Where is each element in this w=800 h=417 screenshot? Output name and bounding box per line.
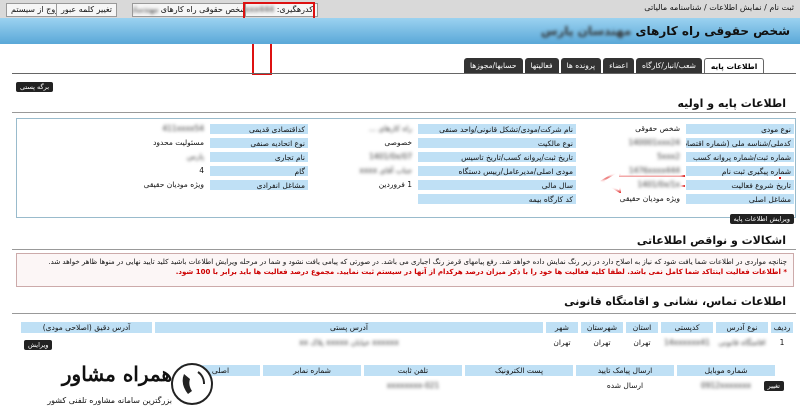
table-header: استان (625, 321, 659, 334)
field-value: 1 فروردین (315, 179, 415, 191)
divider (12, 112, 796, 113)
tab-branches[interactable]: شعب/انبار/کارگاه (635, 58, 702, 73)
edit-address-button[interactable]: ویرایش (24, 340, 53, 350)
contact-title: اطلاعات تماس، نشانی و اقامتگاه قانونی (564, 295, 786, 308)
field-label: نام شرکت/مودی/تشکل قانونی/واحد صنفی (417, 123, 577, 135)
table-cell: 0912xxxxxxx (700, 381, 752, 390)
tab-divider (12, 73, 796, 74)
field-value: مسئولیت محدود (117, 137, 207, 149)
brand-watermark: همراه مشاور بزرگترین سامانه مشاوره تلفنی… (6, 356, 216, 414)
tab-files[interactable]: پرونده ها (560, 58, 602, 73)
table-cell (262, 378, 362, 394)
field-label: کد کارگاه بیمه (417, 193, 577, 205)
table-cell: تهران (633, 338, 651, 347)
field-label: مشاغل انفرادی (209, 179, 309, 191)
field-label: نوع مودی (685, 123, 795, 135)
issues-message: چنانچه مواردی در اطلاعات شما یافت شود که… (48, 258, 787, 266)
tab-activities[interactable]: فعالیتها (524, 58, 559, 73)
field-label: کداقتصادی قدیمی (209, 123, 309, 135)
field-value: 4 (117, 165, 207, 177)
tab-members[interactable]: اعضاء (603, 58, 634, 73)
field-label: نوع مالکیت (417, 137, 577, 149)
field-label: تاریخ شروع فعالیت (685, 179, 795, 191)
table-cell: 14xxxxxx41 (664, 338, 710, 347)
table-cell (464, 378, 574, 394)
basic-info-title: اطلاعات پایه و اولیه (677, 97, 786, 110)
table-header: آدرس دقیق (اصلاحی مودی) (20, 321, 153, 334)
table-header: شهر (545, 321, 579, 334)
table-cell: تهران (593, 338, 611, 347)
field-value: جناب آقای xxxx (315, 165, 415, 177)
field-value: 1401/0x/07 (315, 151, 415, 163)
field-label: تاریخ ثبت/پروانه کسب/تاریخ تاسیس (417, 151, 577, 163)
field-value: 140001xxx24 (583, 137, 683, 149)
field-value: ویژه مودیان حقیقی (583, 193, 683, 205)
table-cell: اقامتگاه قانونی (718, 338, 766, 347)
field-value: ویژه مودیان حقیقی (117, 179, 207, 191)
field-label: شماره ثبت/شماره پروانه کسب (685, 151, 795, 163)
field-label: سال مالی (417, 179, 577, 191)
table-header: پست الکترونیک (464, 364, 574, 377)
table-header: شماره موبایل (676, 364, 776, 377)
print-button[interactable]: برگه پستی (16, 82, 54, 92)
brand-tagline: بزرگترین سامانه مشاوره تلفنی کشور (47, 396, 172, 405)
table-cell: 021-xxxxxxxx (386, 381, 440, 390)
issues-title: اشکالات و نواقص اطلاعاتی (636, 234, 786, 247)
basic-info-grid: نوع مودی شخص حقوقی کدملی/شناسه ملی (شمار… (16, 118, 796, 218)
table-cell: xxxxxx خیابان xxxxx پلاک xx (299, 338, 399, 347)
table-header: نوع آدرس (715, 321, 769, 334)
field-label: گام (209, 165, 309, 177)
field-value: راه کارهای ... (315, 123, 415, 135)
field-value: شخص حقوقی (583, 123, 683, 135)
divider (12, 313, 796, 314)
table-header: شهرستان (580, 321, 624, 334)
table-header: ارسال پیامک تایید (575, 364, 675, 377)
page-title: شخص حقوقی راه کارهای مهندسان پارس (540, 24, 790, 38)
field-value: خصوصی (315, 137, 415, 149)
table-cell: تهران (553, 338, 571, 347)
field-label: کدملی/شناسه ملی (شماره اقتصادی) (685, 137, 795, 149)
table-header: آدرس پستی (154, 321, 544, 334)
divider (12, 249, 796, 250)
table-header: کدپستی (660, 321, 714, 334)
field-value: 411xxxx54 (117, 123, 207, 135)
table-header: شماره نمابر (262, 364, 362, 377)
issues-error: * اطلاعات فعالیت اینتاکد شما کامل نمی با… (175, 268, 787, 276)
tab-accounts[interactable]: حسابها/مجوزها (464, 58, 523, 73)
tab-bar: حسابها/مجوزها فعالیتها پرونده ها اعضاء ش… (462, 58, 765, 73)
table-header: ردیف (770, 321, 794, 334)
field-label: مشاغل اصلی (685, 193, 795, 205)
field-label: شماره پیگیری ثبت نام (685, 165, 795, 177)
edit-basic-button[interactable]: ویرایش اطلاعات پایه (729, 214, 794, 224)
table-cell: 1 (779, 338, 785, 347)
tab-basic-info[interactable]: اطلاعات پایه (703, 58, 765, 73)
field-value: پارس (117, 151, 207, 163)
table-cell: ارسال شده (606, 381, 644, 390)
field-value: 1401/0x/1x (583, 179, 683, 191)
field-label: مودی اصلی/مدیرعامل/رییس دستگاه (417, 165, 577, 177)
field-value: 5xxx2 (583, 151, 683, 163)
field-label: نوع اتحادیه صنفی (209, 137, 309, 149)
brand-name: همراه مشاور (61, 362, 172, 386)
field-label: نام تجاری (209, 151, 309, 163)
field-value (315, 193, 415, 205)
change-button[interactable]: تغییر (763, 381, 784, 391)
table-header: تلفن ثابت (363, 364, 463, 377)
field-value: 1476xxxx444 (583, 165, 683, 177)
issues-box: چنانچه مواردی در اطلاعات شما یافت شود که… (16, 253, 794, 287)
